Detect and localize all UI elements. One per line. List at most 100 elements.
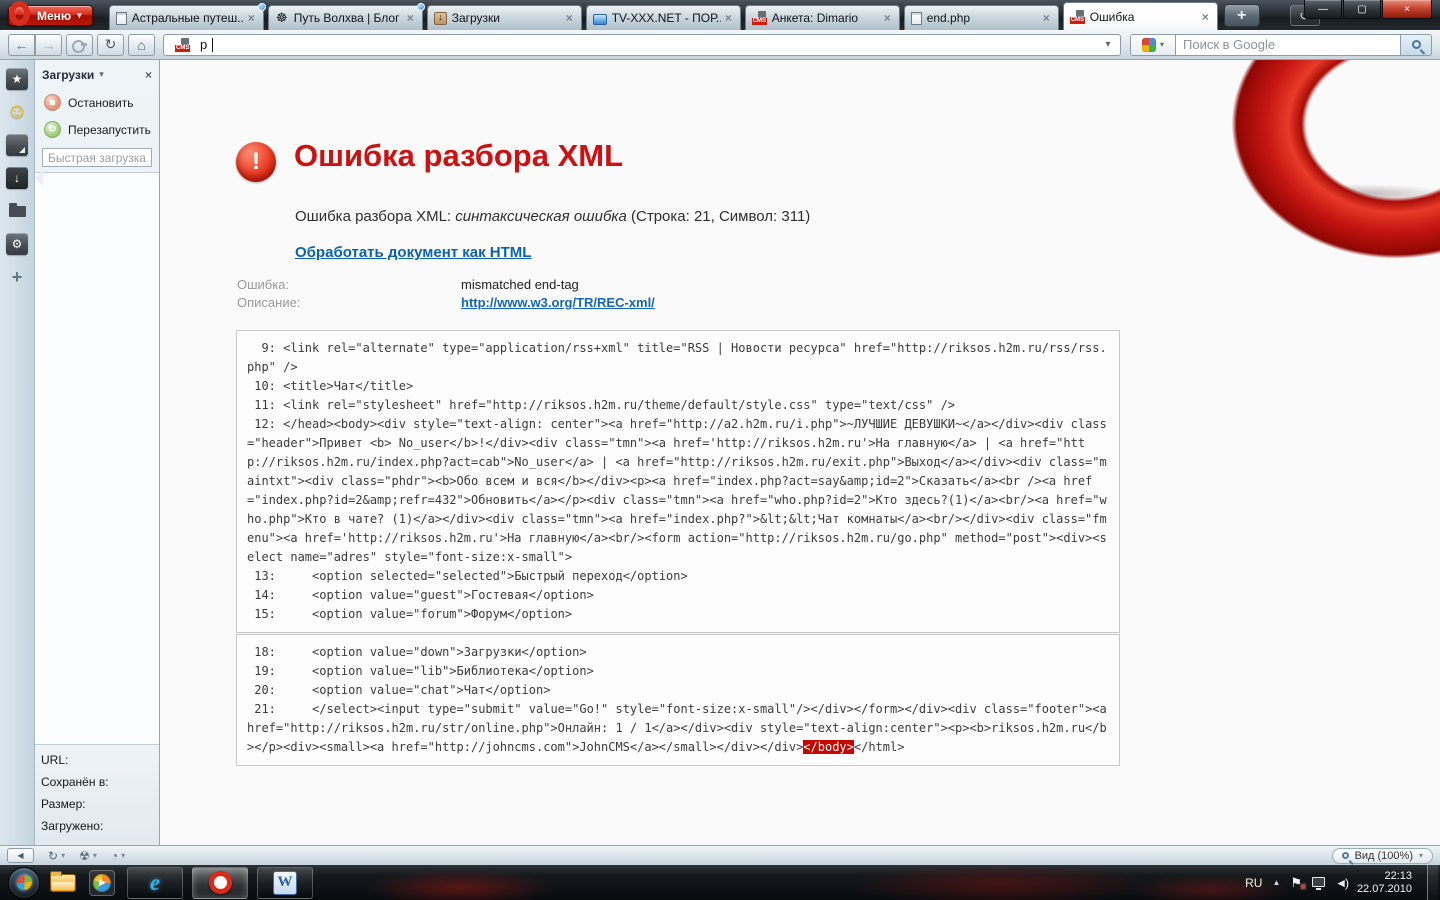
code-line: 18: <option value="down">Загрузки</optio… [247,645,587,659]
show-desktop-button[interactable] [1427,865,1438,900]
media-player-core-icon: ▶ [93,873,111,892]
opera-browser-window: Меню ▾ Астральные путеш... × ☸ Путь Волхва … [0,0,1440,900]
status-bar: ◀ ↻ ▾ ☢ ▾ ◔ ▾ Вид (100%) ▾ [0,845,1440,865]
key-icon [72,40,87,53]
code-line: 9: <link rel="alternate" type="applicati… [247,341,1107,374]
code-block-1: 9: <link rel="alternate" type="applicati… [236,330,1120,633]
sync-control[interactable]: ↻ ▾ [48,849,65,863]
triskelion-icon: ☸ [275,11,289,25]
smiley-panel-icon[interactable]: ☺ [6,100,28,123]
render-as-html-link[interactable]: Обработать документ как HTML [295,244,531,261]
tab-label: TV-XXX.NET - ПОР... [611,11,721,25]
maximize-button[interactable]: ▢ [1343,0,1381,19]
statusbar-quick-icons: ↻ ▾ ☢ ▾ ◔ ▾ [34,849,125,863]
address-bar[interactable]: CMS p ▾ [163,33,1121,56]
panel-toggle-button[interactable]: ◀ [7,848,34,863]
tab-end.php[interactable]: end.php × [903,5,1059,30]
bandwidth-icon: ◔ [110,848,119,863]
tab-label: Анкета: Dimario [771,11,859,25]
tray-expand-icon[interactable]: ▲ [1272,878,1280,887]
subtitle-prefix: Ошибка разбора XML: [295,208,456,225]
cms-favicon: CMS [175,37,191,52]
menu-label: Меню [37,8,72,23]
turbo-control[interactable]: ☢ ▾ [79,849,97,863]
quick-download-input[interactable]: Быстрая загрузка [42,148,152,167]
google-icon [1141,37,1156,52]
code-line: 20: <option value="chat">Чат</option> [247,683,551,697]
word-icon: W [273,870,297,895]
chevron-down-icon[interactable]: ▾ [99,69,104,80]
panel-close-icon[interactable]: × [145,68,152,82]
reload-button[interactable]: ↻ [97,33,124,56]
tab-астральные-путеш...[interactable]: Астральные путеш... × [108,3,266,30]
folder-panel-icon[interactable] [6,200,28,222]
tab-close-icon[interactable]: × [562,11,577,25]
error-label: Ошибка: [237,277,290,292]
restart-label: Перезапустить [68,122,151,137]
code-line: 13: <option selected="selected">Быстрый … [247,569,688,583]
add-panel-icon[interactable]: + [6,266,28,288]
tab-strip: Астральные путеш... × ☸ Путь Волхва | Блог … [108,2,1222,30]
panel-title: Загрузки [42,67,95,82]
favicon-glyph: CMS [1069,16,1086,24]
tab-close-icon[interactable]: × [403,11,418,25]
w3c-spec-link[interactable]: http://www.w3.org/TR/REC-xml/ [461,295,655,310]
stop-download-button[interactable]: Остановить [44,94,159,111]
tab-ошибка[interactable]: CMS Ошибка × [1062,2,1218,30]
back-button[interactable]: ← [8,33,35,56]
tab-close-icon[interactable]: × [721,11,736,25]
search-button[interactable] [1401,33,1432,56]
tab-tv-xxx.net---пор...[interactable]: TV-XXX.NET - ПОР... × [585,5,741,30]
minimize-button[interactable]: — [1304,0,1342,19]
tab-анкета:-dimario[interactable]: CMS Анкета: Dimario × [744,5,900,30]
downloads-list[interactable] [35,172,159,744]
media-player-taskbar-button[interactable]: ▶ [86,869,118,896]
address-value: p [200,37,208,52]
search-icon [1411,40,1421,49]
explorer-taskbar-button[interactable] [47,870,79,892]
tab-путь-волхва-|-блог-...[interactable]: ☸ Путь Волхва | Блог ... × [267,3,425,30]
home-button[interactable]: ⌂ [128,33,155,56]
language-indicator[interactable]: RU [1245,876,1262,890]
tab-label: end.php [926,11,971,25]
tab-close-icon[interactable]: × [880,11,895,25]
subtitle-suffix: (Строка: 21, Символ: 311) [626,208,811,225]
error-icon: ! [236,142,276,182]
tab-close-icon[interactable]: × [244,11,259,25]
tab-close-icon[interactable]: × [1198,10,1213,24]
turbo-icon: ☢ [79,848,90,863]
search-engine-button[interactable]: ▾ [1130,33,1176,56]
search-input[interactable]: Поиск в Google [1176,33,1401,56]
clock[interactable]: 22:13 22.07.2010 [1357,870,1412,896]
start-button[interactable] [8,866,40,899]
new-tab-button[interactable]: + [1223,4,1260,27]
widgets-panel-icon[interactable]: ⚙ [6,233,28,255]
code-block-2: 18: <option value="down">Загрузки</optio… [236,634,1120,766]
cms-icon: CMS [1069,9,1086,24]
tv-icon [592,13,607,25]
chevron-down-icon: ▾ [1159,40,1164,49]
opera-logo-watermark [1230,60,1440,260]
tab-загрузки[interactable]: ↓ Загрузки × [426,5,582,30]
address-dropdown-icon[interactable]: ▾ [1101,39,1115,50]
forward-button[interactable]: → [35,33,62,56]
zoom-control[interactable]: Вид (100%) ▾ [1331,847,1433,864]
action-center-icon[interactable]: ⚑ × [1290,875,1306,893]
tab-label: Астральные путеш... [131,11,244,25]
notes-panel-icon[interactable] [6,134,28,156]
bandwidth-control[interactable]: ◔ ▾ [111,849,125,863]
opera-taskbar-button[interactable] [192,866,248,899]
tab-close-icon[interactable]: × [1039,11,1054,25]
word-taskbar-button[interactable]: W [257,866,313,899]
download-info-label: Размер: [41,797,86,811]
panel-header: Загрузки ▾ × [35,60,159,89]
ie-taskbar-button[interactable]: e [127,866,183,899]
downloads-panel-icon[interactable]: ↓ [6,167,28,189]
password-manager-button[interactable] [66,33,93,56]
restart-download-button[interactable]: ↻ Перезапустить [44,121,159,138]
close-window-button[interactable]: × [1382,0,1432,19]
network-icon[interactable] [1312,876,1326,890]
bookmarks-panel-icon[interactable]: ★ [6,68,28,90]
opera-menu-button[interactable]: Меню ▾ [8,1,93,26]
volume-icon[interactable]: ◄) [1335,876,1349,890]
